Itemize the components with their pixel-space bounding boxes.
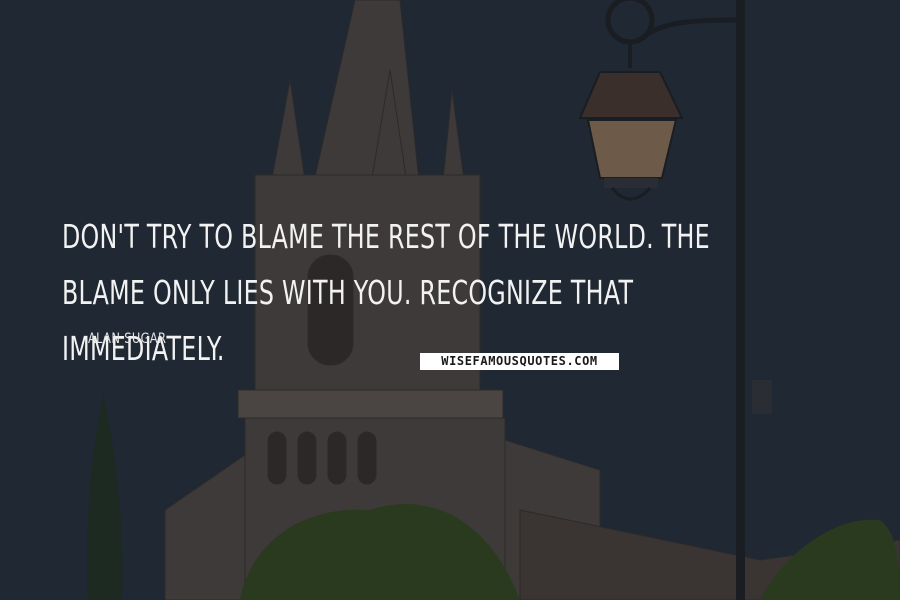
quote-text-content: DON'T TRY TO BLAME THE REST OF THE WORLD… [62, 217, 710, 369]
quote-card: DON'T TRY TO BLAME THE REST OF THE WORLD… [0, 0, 900, 600]
quote-author: ALAN SUGAR [88, 331, 167, 347]
site-watermark: WISEFAMOUSQUOTES.COM [420, 353, 619, 370]
